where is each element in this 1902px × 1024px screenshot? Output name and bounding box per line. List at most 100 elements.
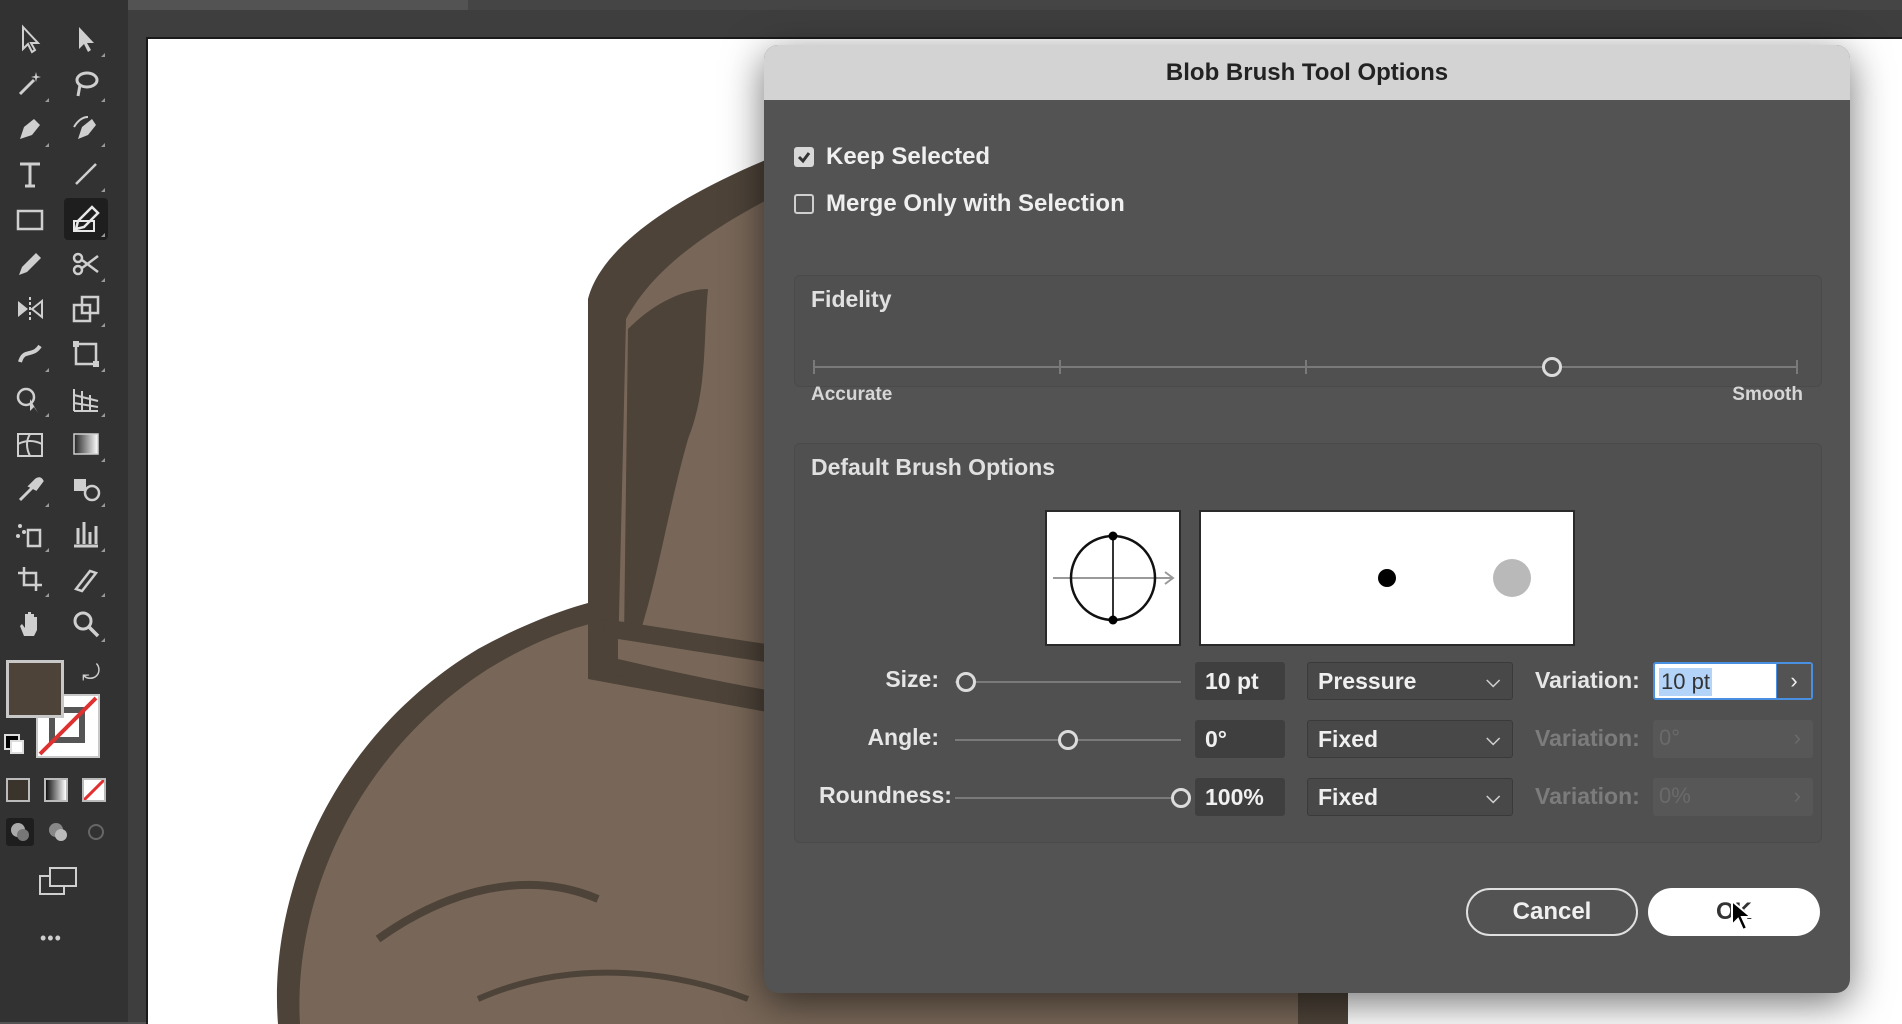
mesh-tool-button[interactable] bbox=[8, 423, 52, 465]
roundness-variation-value: 0% bbox=[1659, 783, 1691, 808]
roundness-mode-dropdown[interactable]: Fixed ⌵ bbox=[1307, 778, 1513, 816]
pen-tool-button[interactable] bbox=[8, 108, 52, 150]
dialog-title: Blob Brush Tool Options bbox=[1165, 58, 1449, 86]
fidelity-slider-handle[interactable] bbox=[1541, 357, 1562, 377]
size-field[interactable]: 10 pt bbox=[1195, 662, 1285, 700]
zoom-tool-button[interactable] bbox=[64, 603, 108, 645]
angle-field[interactable]: 0° bbox=[1195, 720, 1285, 758]
roundness-variation-field: 0% › bbox=[1653, 778, 1813, 816]
size-variation-field[interactable]: 10 pt › bbox=[1653, 662, 1813, 700]
draw-behind-icon[interactable] bbox=[44, 818, 72, 846]
blob-brush-options-dialog: Blob Brush Tool Options Keep Selected Me… bbox=[764, 45, 1850, 993]
gradient-tool-button[interactable] bbox=[64, 423, 108, 465]
artboard-tool-icon bbox=[18, 567, 42, 591]
reflect-tool-icon bbox=[18, 297, 43, 321]
mesh-tool-icon bbox=[17, 433, 43, 457]
brush-shape-preview[interactable] bbox=[1045, 510, 1181, 646]
document-tab-bar bbox=[128, 0, 1902, 10]
size-mode-dropdown[interactable]: Pressure ⌵ bbox=[1307, 662, 1513, 700]
free-transform-tool-button[interactable] bbox=[64, 333, 108, 375]
angle-mode-dropdown[interactable]: Fixed ⌵ bbox=[1307, 720, 1513, 758]
draw-inside-icon[interactable] bbox=[82, 818, 110, 846]
rectangle-tool-icon bbox=[16, 209, 44, 231]
fidelity-smooth-label: Smooth bbox=[1732, 384, 1803, 405]
fidelity-tick bbox=[813, 360, 815, 374]
angle-variation-value: 0° bbox=[1659, 725, 1681, 750]
direct-selection-tool-button[interactable] bbox=[64, 18, 108, 60]
warp-tool-icon bbox=[18, 344, 42, 363]
screen-mode-icon[interactable] bbox=[36, 866, 80, 903]
roundness-label: Roundness: bbox=[819, 782, 952, 808]
keep-selected-row[interactable]: Keep Selected bbox=[794, 143, 990, 171]
reflect-tool-button[interactable] bbox=[8, 288, 52, 330]
blend-tool-icon bbox=[74, 479, 101, 502]
blend-tool-button[interactable] bbox=[64, 468, 108, 510]
fidelity-title: Fidelity bbox=[811, 286, 892, 312]
perspective-grid-tool-button[interactable] bbox=[64, 378, 108, 420]
fidelity-tick bbox=[1059, 360, 1061, 374]
shape-builder-tool-icon bbox=[16, 387, 38, 413]
cancel-button[interactable]: Cancel bbox=[1466, 888, 1638, 936]
warp-tool-button[interactable] bbox=[8, 333, 52, 375]
chevron-down-icon: ⌵ bbox=[1486, 787, 1500, 807]
merge-only-checkbox[interactable] bbox=[794, 194, 814, 214]
column-graph-tool-icon bbox=[74, 522, 98, 548]
magic-wand-tool-button[interactable] bbox=[8, 63, 52, 105]
symbol-sprayer-tool-icon bbox=[16, 524, 42, 548]
column-graph-tool-button[interactable] bbox=[64, 513, 108, 555]
type-tool-button[interactable] bbox=[8, 153, 52, 195]
default-brush-options-group: Default Brush Options Size: 10 pt Pressu… bbox=[794, 443, 1822, 843]
chevron-down-icon: ⌵ bbox=[1486, 729, 1500, 749]
artboard-tool-button[interactable] bbox=[8, 558, 52, 600]
line-segment-tool-button[interactable] bbox=[64, 153, 108, 195]
fidelity-tick bbox=[1305, 360, 1307, 374]
scissors-tool-button[interactable] bbox=[64, 243, 108, 285]
perspective-grid-tool-icon bbox=[73, 389, 99, 412]
blob-brush-tool-button[interactable] bbox=[64, 198, 108, 240]
size-variation-value: 10 pt bbox=[1659, 668, 1712, 696]
merge-only-row[interactable]: Merge Only with Selection bbox=[794, 190, 1125, 218]
keep-selected-checkbox[interactable] bbox=[794, 147, 814, 167]
curvature-tool-button[interactable] bbox=[64, 108, 108, 150]
eyedropper-tool-icon bbox=[18, 477, 44, 502]
symbol-sprayer-tool-button[interactable] bbox=[8, 513, 52, 555]
swap-fill-stroke-icon[interactable]: ⤾ bbox=[82, 660, 100, 686]
size-slider-handle[interactable] bbox=[956, 672, 977, 692]
angle-variation-label: Variation: bbox=[1535, 725, 1640, 751]
roundness-track[interactable] bbox=[955, 797, 1181, 799]
slice-tool-button[interactable] bbox=[64, 558, 108, 600]
none-mode-button[interactable] bbox=[82, 778, 106, 802]
tools-panel: ⤾ ••• bbox=[0, 0, 128, 1022]
scale-tool-button[interactable] bbox=[64, 288, 108, 330]
roundness-field[interactable]: 100% bbox=[1195, 778, 1285, 816]
more-tools-button[interactable]: ••• bbox=[40, 928, 62, 949]
hand-tool-button[interactable] bbox=[8, 603, 52, 645]
gradient-mode-button[interactable] bbox=[44, 778, 68, 802]
fill-swatch[interactable] bbox=[6, 660, 64, 718]
default-fill-stroke-icon[interactable] bbox=[4, 734, 24, 754]
size-track[interactable] bbox=[955, 681, 1181, 683]
eyedropper-tool-button[interactable] bbox=[8, 468, 52, 510]
lasso-tool-button[interactable] bbox=[64, 63, 108, 105]
shape-builder-tool-button[interactable] bbox=[8, 378, 52, 420]
draw-normal-icon[interactable] bbox=[6, 818, 34, 846]
rectangle-tool-button[interactable] bbox=[8, 198, 52, 240]
size-mode-value: Pressure bbox=[1318, 668, 1417, 694]
size-label: Size: bbox=[885, 666, 939, 692]
document-tab[interactable] bbox=[128, 0, 468, 10]
free-transform-tool-icon bbox=[73, 341, 99, 367]
roundness-slider-handle[interactable] bbox=[1171, 788, 1191, 808]
color-mode-button[interactable] bbox=[6, 778, 30, 802]
brush-options-title: Default Brush Options bbox=[811, 454, 1056, 480]
slice-tool-icon bbox=[73, 569, 99, 593]
angle-slider-handle[interactable] bbox=[1058, 730, 1078, 750]
dialog-titlebar[interactable]: Blob Brush Tool Options bbox=[764, 45, 1850, 100]
roundness-variation-label: Variation: bbox=[1535, 783, 1640, 809]
pen-tool-icon bbox=[20, 119, 40, 139]
type-tool-icon bbox=[20, 162, 40, 188]
variation-arrow-icon: › bbox=[1793, 725, 1801, 750]
variation-arrow-icon[interactable]: › bbox=[1776, 664, 1811, 698]
pencil-tool-button[interactable] bbox=[8, 243, 52, 285]
checkmark-icon bbox=[797, 152, 811, 164]
selection-tool-button[interactable] bbox=[8, 18, 52, 60]
